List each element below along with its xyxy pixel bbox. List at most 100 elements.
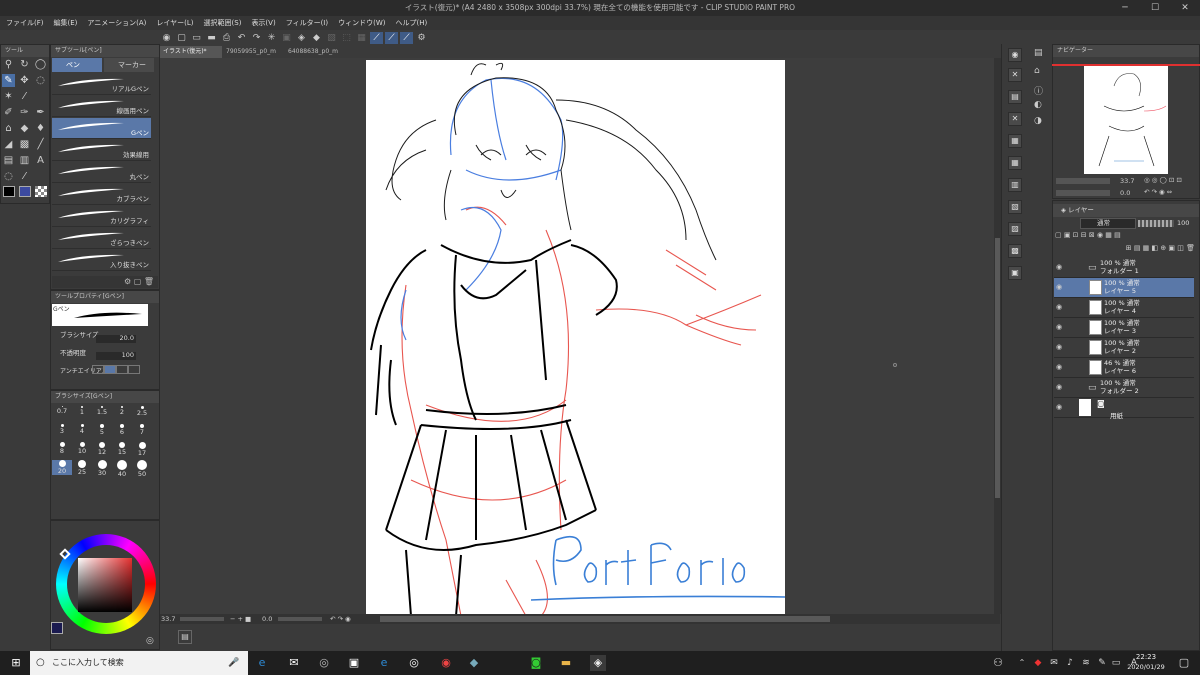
material-4-icon[interactable]: ▦ [1008, 156, 1022, 170]
brush-item[interactable]: ざらつきペン [52, 228, 151, 249]
visibility-eye-icon[interactable]: ◉ [1056, 303, 1062, 311]
material-8-icon[interactable]: ▩ [1008, 244, 1022, 258]
antialias-medium[interactable] [116, 365, 128, 374]
brush-item[interactable]: カリグラフィ [52, 206, 151, 227]
menu-view[interactable]: 表示(V) [251, 16, 275, 30]
zoom-buttons[interactable]: − + ■ [230, 614, 251, 624]
snap-grid-icon[interactable]: ⟋ [400, 32, 413, 44]
info-icon[interactable]: ⓘ [1034, 84, 1043, 97]
deselect-icon[interactable]: ▧ [325, 32, 338, 44]
brush-size-option[interactable]: 8 [52, 442, 72, 457]
brush-size-option[interactable]: 40 [112, 460, 132, 478]
material-3-icon[interactable]: ▦ [1008, 134, 1022, 148]
transparent-color-swatch[interactable] [35, 186, 47, 197]
layer-row[interactable]: ◉ ▭ 100 % 通常 フォルダー 2 [1054, 378, 1194, 398]
settings-circle-icon[interactable]: ◎ [406, 655, 422, 671]
fill-dark-icon[interactable]: ◆ [310, 32, 323, 44]
menu-animation[interactable]: アニメーション(A) [87, 16, 146, 30]
brush-size-slider[interactable]: 20.0 [96, 334, 136, 343]
move-tool-icon[interactable]: ↻ [18, 58, 31, 71]
undo-icon[interactable]: ↶ [235, 32, 248, 44]
notification-icon[interactable]: ▢ [1176, 655, 1192, 671]
opacity-slider[interactable]: 100 [96, 351, 136, 360]
tab-64088638[interactable]: 64088638_p0_m [285, 46, 347, 58]
show-selection-icon[interactable]: ▦ [355, 32, 368, 44]
microphone-icon[interactable]: 🎤 [228, 651, 239, 675]
rotate-buttons[interactable]: ↶ ↷ ◉ [330, 614, 351, 624]
pen-tool-icon[interactable]: ✎ [2, 74, 15, 87]
minimize-button[interactable]: ─ [1110, 0, 1140, 16]
zoom-slider[interactable] [180, 617, 224, 621]
tray-expand-icon[interactable]: ⌃ [1014, 655, 1030, 671]
chrome-icon[interactable]: ◉ [438, 655, 454, 671]
close-button[interactable]: ✕ [1170, 0, 1200, 16]
main-color-chip[interactable] [51, 622, 63, 634]
timeline-toggle-icon[interactable]: ▤ [178, 630, 192, 644]
visibility-eye-icon[interactable]: ◉ [1056, 323, 1062, 331]
settings-icon[interactable]: ⚙ [415, 32, 428, 44]
pen-app-icon[interactable]: ◆ [466, 655, 482, 671]
brush-size-option[interactable]: 7 [132, 424, 152, 439]
canvas-paper[interactable] [366, 60, 785, 616]
brush-size-option[interactable]: 0.7 [52, 406, 72, 421]
invert-selection-icon[interactable]: ⬚ [340, 32, 353, 44]
pencil-tool-icon[interactable]: ✐ [2, 106, 15, 119]
brush-size-option[interactable]: 12 [92, 442, 112, 457]
color-settings-icon[interactable]: ◎ [146, 636, 154, 646]
clip-studio-paint-icon[interactable]: ◈ [590, 655, 606, 671]
visibility-eye-icon[interactable]: ◉ [1056, 383, 1062, 391]
brush-size-option[interactable]: 50 [132, 460, 152, 478]
clear-outside-icon[interactable]: ▣ [280, 32, 293, 44]
print-icon[interactable]: ⎙ [220, 32, 233, 44]
clip-studio-icon[interactable]: ◉ [160, 32, 173, 44]
antialias-none[interactable] [92, 365, 104, 374]
maximize-button[interactable]: ☐ [1140, 0, 1170, 16]
vertical-scrollbar[interactable] [994, 58, 1001, 614]
brush-size-option[interactable]: 20 [52, 460, 72, 475]
tab-illust[interactable]: イラスト(復元)* [160, 46, 222, 58]
color-wheel[interactable] [56, 534, 156, 634]
brush-item[interactable]: 入り抜きペン [52, 250, 151, 271]
brush-size-option[interactable]: 15 [112, 442, 132, 457]
subtool-tab-marker[interactable]: マーカー [104, 58, 154, 72]
saturation-value-square[interactable] [78, 558, 132, 612]
menu-window[interactable]: ウィンドウ(W) [338, 16, 385, 30]
snap-ruler-icon[interactable]: ⟋ [370, 32, 383, 44]
clock-date[interactable]: 2020/01/29 [1124, 663, 1168, 671]
blend-tool-icon[interactable]: ♦ [34, 122, 47, 135]
visibility-eye-icon[interactable]: ◉ [1056, 263, 1062, 271]
open-file-icon[interactable]: ▭ [190, 32, 203, 44]
brush-size-option[interactable]: 2 [112, 406, 132, 421]
sub-color-swatch[interactable] [19, 186, 31, 197]
brush-item[interactable]: 丸ペン [52, 162, 151, 183]
angle-slider[interactable] [278, 617, 322, 621]
fill-tool-icon[interactable]: ◢ [2, 138, 15, 151]
brush-size-option[interactable]: 4 [72, 424, 92, 439]
material-7-icon[interactable]: ▨ [1008, 222, 1022, 236]
windows-start-icon[interactable]: ⊞ [8, 655, 24, 671]
balloon-tool-icon[interactable]: ◌ [2, 170, 15, 183]
layer-row[interactable]: ◉ 100 % 通常 レイヤー 4 [1054, 298, 1194, 318]
brush-size-option[interactable]: 2.5 [132, 406, 152, 421]
visibility-eye-icon[interactable]: ◉ [1056, 283, 1062, 291]
eyedropper-icon[interactable]: ⁄ [18, 90, 31, 103]
brush-size-option[interactable]: 10 [72, 442, 92, 457]
text-tool-icon[interactable]: A [34, 154, 47, 167]
decoration-tool-icon[interactable]: ⌂ [2, 122, 15, 135]
brush-item[interactable]: 線画用ペン [52, 96, 151, 117]
new-layer-icon[interactable]: ⊞ ▤ ▦ ◧ ⊕ ▣ ◫ 🗑 [1126, 244, 1195, 252]
brush-item[interactable]: カブラペン [52, 184, 151, 205]
subtool-copy-icon[interactable]: ▢ [134, 277, 142, 286]
brush-size-option[interactable]: 5 [92, 424, 112, 439]
material-9-icon[interactable]: ▣ [1008, 266, 1022, 280]
layer-row[interactable]: ◉ 100 % 通常 レイヤー 3 [1054, 318, 1194, 338]
brush-size-option[interactable]: 6 [112, 424, 132, 439]
material-2-icon[interactable]: ✕ [1008, 112, 1022, 126]
brush-size-option[interactable]: 30 [92, 460, 112, 477]
wifi-icon[interactable]: ≋ [1078, 655, 1094, 671]
zoom-tool-icon[interactable]: ⚲ [2, 58, 15, 71]
brush-size-option[interactable]: 3 [52, 424, 72, 439]
sub-view-icon[interactable]: ◑ [1034, 116, 1042, 126]
tray-app-icon[interactable]: ◆ [1030, 655, 1046, 671]
visibility-eye-icon[interactable]: ◉ [1056, 343, 1062, 351]
